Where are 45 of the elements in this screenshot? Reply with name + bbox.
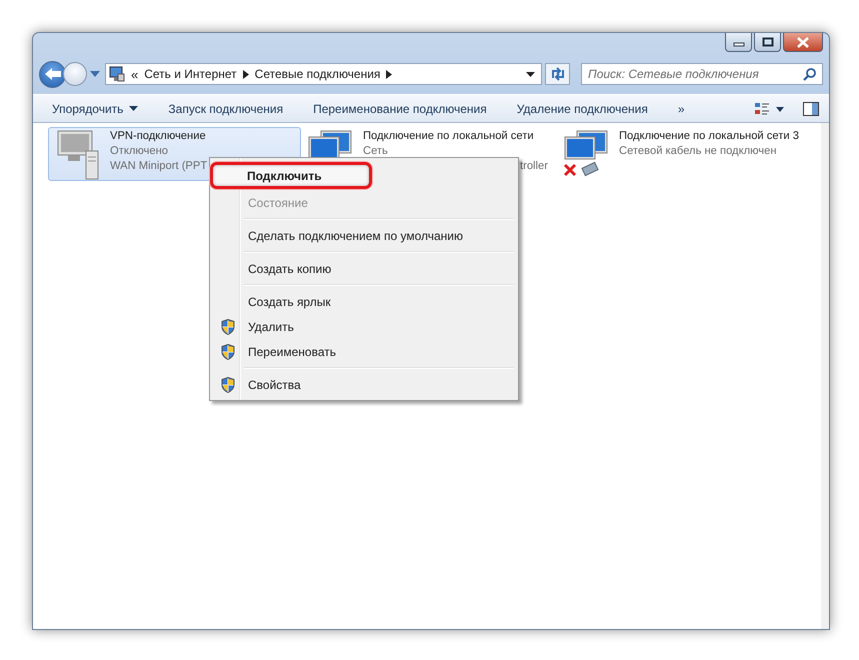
refresh-icon [550, 67, 566, 81]
search-field[interactable]: Поиск: Сетевые подключения [581, 63, 823, 85]
search-icon [803, 68, 816, 81]
history-dropdown-icon[interactable] [90, 71, 100, 77]
menu-item[interactable]: Удалить [213, 314, 515, 339]
connection-status: WAN Miniport (PPT [110, 159, 208, 174]
connection-status: troller [519, 159, 548, 174]
menu-item[interactable]: Создать ярлык [213, 289, 515, 314]
connection-status: Сетевой кабель не подключен [619, 144, 778, 159]
menu-item[interactable]: Свойства [213, 372, 515, 397]
menu-item[interactable]: Переименовать [213, 339, 515, 364]
maximize-button[interactable] [754, 33, 781, 52]
toolbar-button[interactable]: Переименование подключения [306, 98, 494, 120]
preview-pane-icon[interactable] [803, 102, 819, 116]
breadcrumb-arrow-icon[interactable] [386, 70, 392, 78]
connection-name: Подключение по локальной сети 3 [619, 129, 800, 144]
more-commands-button[interactable]: » [670, 98, 692, 120]
breadcrumb-arrow-icon[interactable] [242, 70, 249, 78]
connection-name: VPN-подключение [110, 129, 207, 144]
overflow-chevron[interactable]: « [131, 66, 138, 82]
dropdown-arrow-icon[interactable] [526, 72, 535, 76]
back-arrow-icon [42, 67, 62, 81]
forward-button[interactable] [63, 62, 87, 86]
connection-status: Сеть [363, 144, 389, 159]
connection-name: Подключение по локальной сети [363, 129, 535, 144]
menu-item[interactable]: Создать копию [213, 256, 515, 281]
network-folder-icon [109, 66, 125, 82]
breadcrumb[interactable]: Сетевые подключения [254, 67, 380, 81]
breadcrumb[interactable]: Сеть и Интернет [144, 67, 237, 81]
close-icon [796, 36, 810, 48]
menu-item[interactable]: Сделать подключением по умолчанию [213, 223, 515, 248]
toolbar-button[interactable]: Запуск подключения [161, 98, 290, 120]
disconnected-network-icon [561, 129, 608, 178]
menu-item[interactable]: Подключить [210, 162, 372, 189]
view-options-icon[interactable] [755, 102, 785, 116]
maximize-icon [762, 37, 774, 47]
close-button[interactable] [783, 33, 823, 52]
connection-status: Отключено [110, 144, 169, 159]
refresh-button[interactable] [545, 63, 570, 85]
toolbar-button[interactable]: Упорядочить [45, 98, 146, 120]
connection-item[interactable]: Подключение по локальной сети 3 Сетевой кабель не подключен [557, 127, 819, 181]
address-bar[interactable]: « Сеть и Интернет Сетевые подключения [105, 63, 542, 85]
minimize-button[interactable] [725, 33, 752, 52]
back-button[interactable] [39, 60, 66, 88]
toolbar-button[interactable]: Удаление подключения [510, 98, 655, 120]
